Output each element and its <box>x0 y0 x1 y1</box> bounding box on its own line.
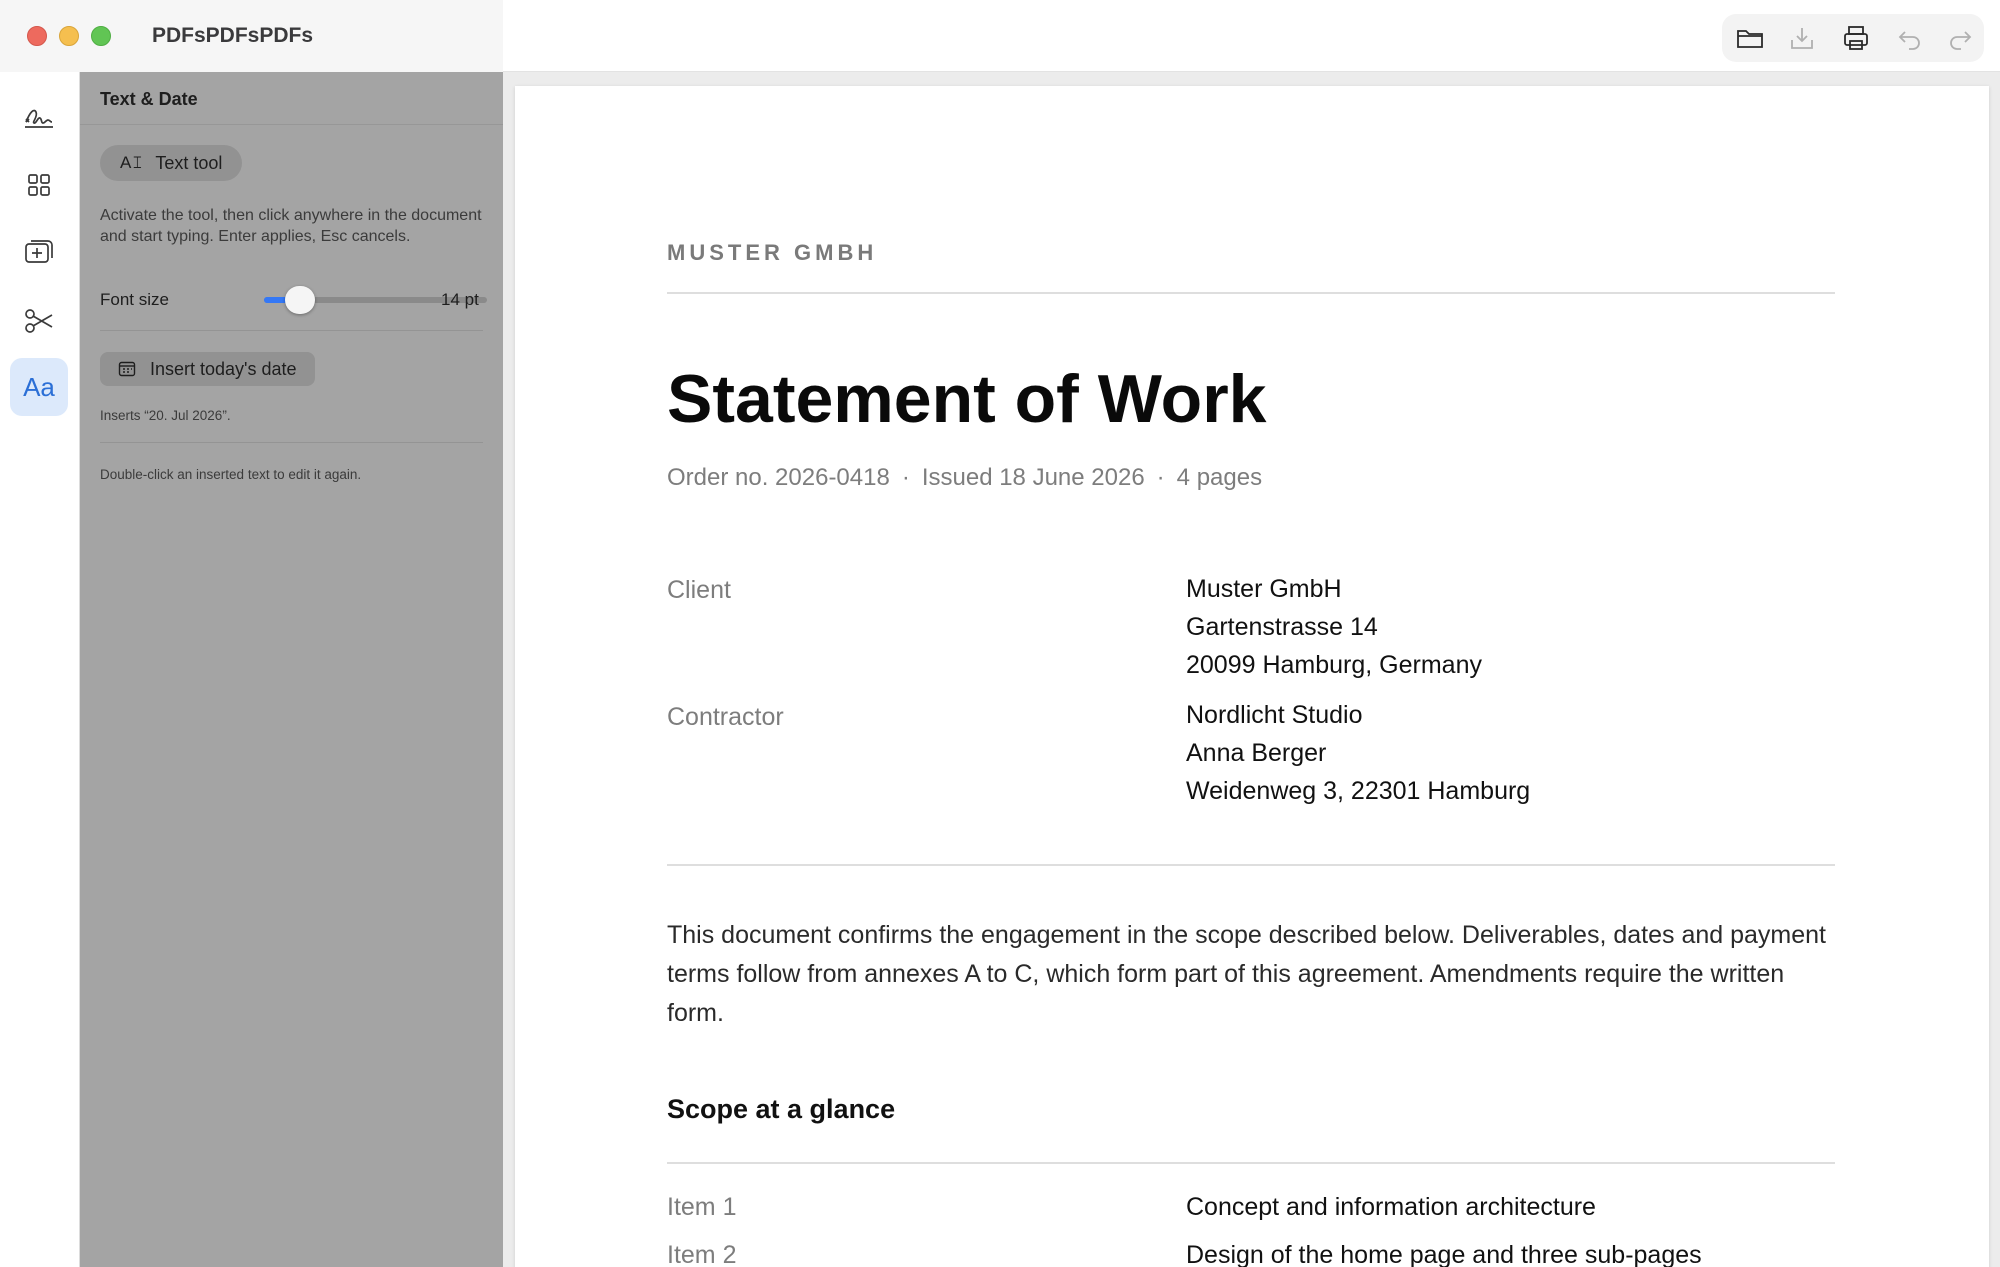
client-label: Client <box>667 576 731 604</box>
client-address: Muster GmbH Gartenstrasse 14 20099 Hambu… <box>1186 570 1482 684</box>
tool-rail: Aa <box>0 72 80 1267</box>
scope-item-value: Concept and information architecture <box>1186 1193 1596 1221</box>
contractor-line: Weidenweg 3, 22301 Hamburg <box>1186 777 1531 805</box>
redo-button[interactable] <box>1944 22 1976 54</box>
font-size-slider-thumb[interactable] <box>285 286 316 314</box>
doc-meta: Order no. 2026-0418 · Issued 18 June 2026 ·… <box>667 464 1262 492</box>
scope-item-value: Design of the home page and three sub-pa… <box>1186 1241 1702 1267</box>
contractor-address: Nordlicht Studio Anna Berger Weidenweg 3… <box>1186 696 1530 810</box>
rail-split-button[interactable] <box>10 292 68 350</box>
print-button[interactable] <box>1840 22 1872 54</box>
insert-date-button[interactable]: Insert today's date <box>100 352 315 386</box>
meta-separator: · <box>901 464 910 491</box>
rail-text-date-button[interactable]: Aa <box>10 358 68 416</box>
contractor-label: Contractor <box>667 703 784 731</box>
panel-title: Text & Date <box>100 89 198 109</box>
panel-divider <box>100 330 483 331</box>
insert-date-label: Insert today's date <box>150 358 297 379</box>
text-aa-icon: Aa <box>23 371 55 402</box>
text-tool-help: Activate the tool, then click anywhere i… <box>100 207 482 245</box>
text-cursor-icon: A𝙸 <box>120 153 144 172</box>
contractor-line: Anna Berger <box>1186 739 1327 767</box>
doc-title: Statement of Work <box>667 361 1267 437</box>
panel-header: Text & Date <box>80 72 503 125</box>
title-bar: PDFsPDFsPDFs <box>0 0 2000 72</box>
text-tool-button[interactable]: A𝙸 Text tool <box>100 145 243 181</box>
signature-icon <box>25 109 53 128</box>
client-line: Muster GmbH <box>1186 575 1342 603</box>
edit-hint: Double-click an inserted text to edit it… <box>100 467 362 482</box>
rail-pages-button[interactable] <box>10 156 68 214</box>
client-line: Gartenstrasse 14 <box>1186 613 1378 641</box>
text-tool-label: Text tool <box>155 152 223 173</box>
document-page[interactable]: MUSTER GMBH Statement of Work Order no. … <box>515 86 1989 1267</box>
client-line: 20099 Hamburg, Germany <box>1186 651 1482 679</box>
meta-separator: · <box>1156 464 1165 491</box>
window-close-button[interactable] <box>27 26 47 46</box>
insert-date-hint: Inserts “20. Jul 2026”. <box>100 408 231 423</box>
save-button[interactable] <box>1786 22 1818 54</box>
doc-rule <box>667 1162 1835 1164</box>
grid-icon <box>28 174 50 196</box>
doc-order-number: Order no. 2026-0418 <box>667 464 890 491</box>
print-icon <box>1844 26 1868 50</box>
window-maximize-button[interactable] <box>91 26 111 46</box>
undo-icon <box>1898 31 1920 50</box>
folder-icon <box>1737 30 1763 48</box>
add-page-icon <box>25 240 53 263</box>
doc-rule <box>667 864 1835 866</box>
panel-divider <box>100 442 483 443</box>
scope-heading: Scope at a glance <box>667 1094 896 1124</box>
undo-button[interactable] <box>1894 22 1926 54</box>
scissors-icon <box>25 309 53 333</box>
scope-item-label: Item 1 <box>667 1193 737 1221</box>
redo-icon <box>1950 31 1972 50</box>
contractor-line: Nordlicht Studio <box>1186 701 1363 729</box>
rail-add-pages-button[interactable] <box>10 224 68 282</box>
font-size-value: 14 pt <box>441 290 479 309</box>
calendar-icon <box>118 361 136 377</box>
doc-page-count: 4 pages <box>1176 464 1263 491</box>
scope-item-label: Item 2 <box>667 1241 737 1267</box>
doc-rule <box>667 292 1835 294</box>
open-file-button[interactable] <box>1734 22 1766 54</box>
app-title: PDFsPDFsPDFs <box>152 24 314 47</box>
rail-signature-button[interactable] <box>10 88 68 146</box>
font-size-label: Font size <box>100 290 169 309</box>
document-viewport[interactable]: MUSTER GMBH Statement of Work Order no. … <box>503 72 2000 1267</box>
doc-intro-paragraph: This document confirms the engagement in… <box>667 921 1826 1027</box>
text-date-panel: Text & Date A𝙸 Text tool Activate the to… <box>80 72 503 1267</box>
download-icon <box>1791 28 1813 49</box>
doc-issued-date: Issued 18 June 2026 <box>921 464 1145 491</box>
window-minimize-button[interactable] <box>59 26 79 46</box>
doc-company: MUSTER GMBH <box>667 240 878 265</box>
